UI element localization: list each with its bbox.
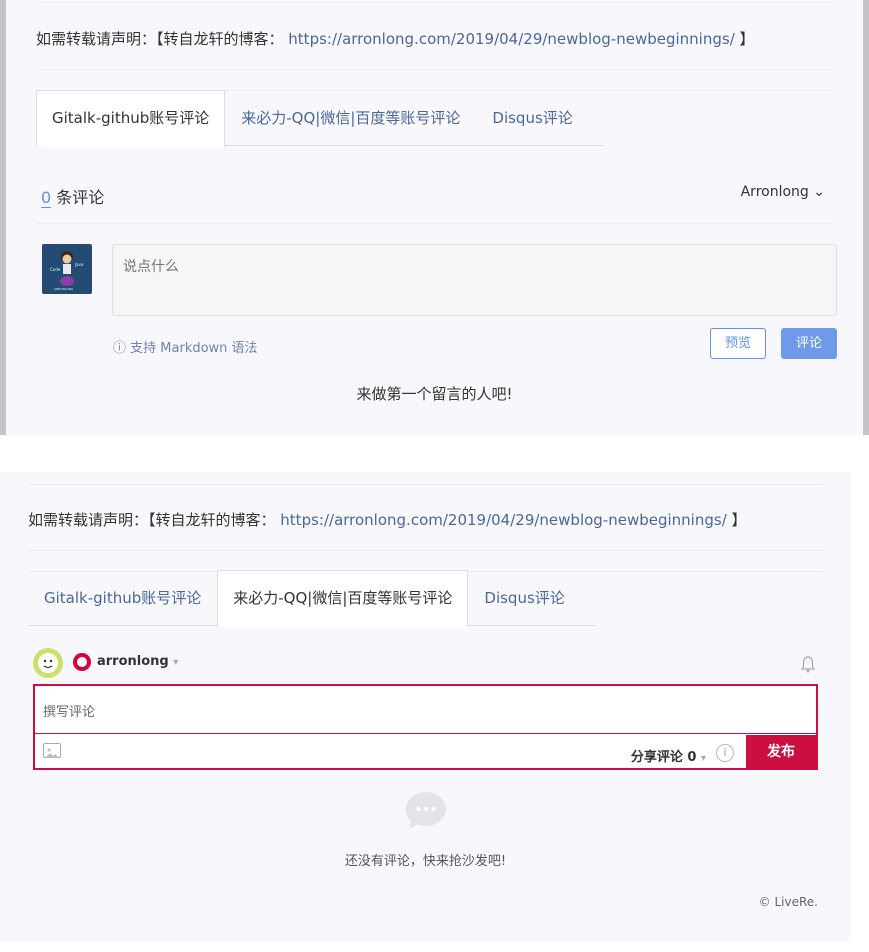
preview-button[interactable]: 预览 [710, 328, 766, 359]
bell-icon[interactable] [800, 655, 816, 673]
tab-livere[interactable]: 来必力-QQ|微信|百度等账号评论 [225, 90, 476, 146]
livere-logo-icon [73, 653, 91, 671]
empty-comments-message: 还没有评论，快来抢沙发吧! [344, 854, 507, 869]
divider [28, 550, 823, 551]
user-menu[interactable]: Arronlong ⌄ [741, 184, 825, 200]
username-menu[interactable]: arronlong ▾ [97, 654, 178, 669]
repost-prefix: 如需转载请声明：【转自龙轩的博客： [36, 30, 284, 48]
comment-count-number[interactable]: 0 [41, 188, 52, 208]
post-button[interactable]: 发布 [746, 735, 816, 770]
livere-comment-panel: 如需转载请声明：【转自龙轩的博客： https://arronlong.com/… [0, 472, 851, 942]
info-icon: ⓘ [113, 341, 127, 356]
chat-bubble-icon [406, 792, 446, 829]
svg-text:Code: Code [50, 267, 61, 272]
tab-livere[interactable]: 来必力-QQ|微信|百度等账号评论 [217, 570, 469, 627]
comment-placeholder: 说点什么 [123, 259, 179, 275]
markdown-tip[interactable]: ⓘ 支持 Markdown 语法 [113, 337, 258, 356]
tab-disqus[interactable]: Disqus评论 [468, 570, 580, 626]
comment-input[interactable]: 撰写评论 [35, 686, 816, 734]
empty-comments-message: 来做第一个留言的人吧! [356, 385, 513, 403]
comment-textarea[interactable]: 说点什么 [112, 244, 837, 316]
tab-gitalk[interactable]: Gitalk-github账号评论 [36, 90, 226, 147]
divider [36, 69, 833, 70]
tab-gitalk[interactable]: Gitalk-github账号评论 [28, 570, 217, 626]
user-menu-name: Arronlong [740, 184, 809, 200]
svg-text:ARRONLONG: ARRONLONG [54, 287, 74, 291]
markdown-tip-label: 支持 Markdown 语法 [130, 341, 258, 356]
repost-suffix: 】 [739, 30, 755, 48]
image-upload-icon[interactable] [43, 743, 61, 758]
repost-prefix: 如需转载请声明：【转自龙轩的博客： [28, 511, 276, 529]
avatar[interactable]: Code Java ARRONLONG [42, 244, 92, 294]
comment-count: 0 条评论 [41, 184, 104, 208]
info-icon[interactable]: i [716, 744, 734, 762]
share-label: 分享评论 0 [630, 750, 697, 765]
repost-notice: 如需转载请声明：【转自龙轩的博客： https://arronlong.com/… [28, 509, 747, 530]
comment-editor: 撰写评论 分享评论 0 ▾ i 发布 [33, 684, 818, 770]
svg-text:Java: Java [74, 262, 84, 267]
comment-button[interactable]: 评论 [781, 328, 837, 359]
livere-brand-link[interactable]: © LiveRe. [759, 895, 818, 909]
smiley-face-icon [38, 653, 58, 673]
share-comment-toggle[interactable]: 分享评论 0 ▾ [631, 746, 706, 765]
repost-suffix: 】 [731, 511, 747, 529]
repost-notice: 如需转载请声明：【转自龙轩的博客： https://arronlong.com/… [36, 28, 755, 49]
chevron-down-icon: ⌄ [813, 184, 825, 200]
caret-down-icon: ▾ [700, 753, 706, 764]
comment-count-label: 条评论 [56, 188, 105, 207]
divider [36, 2, 833, 3]
repost-link[interactable]: https://arronlong.com/2019/04/29/newblog… [288, 30, 734, 48]
gitalk-comment-panel: 如需转载请声明：【转自龙轩的博客： https://arronlong.com/… [0, 0, 869, 435]
repost-link[interactable]: https://arronlong.com/2019/04/29/newblog… [280, 511, 726, 529]
tab-disqus[interactable]: Disqus评论 [476, 90, 588, 146]
comment-system-tabs: Gitalk-github账号评论 来必力-QQ|微信|百度等账号评论 Disq… [28, 570, 596, 627]
username: arronlong [97, 654, 169, 669]
comment-placeholder: 撰写评论 [43, 705, 96, 720]
comment-system-tabs: Gitalk-github账号评论 来必力-QQ|微信|百度等账号评论 Disq… [36, 90, 604, 147]
user-avatar[interactable] [33, 648, 63, 678]
divider [28, 484, 823, 485]
caret-down-icon: ▾ [173, 657, 179, 668]
avatar-cartoon-icon: Code Java ARRONLONG [50, 251, 84, 291]
divider [36, 223, 833, 224]
